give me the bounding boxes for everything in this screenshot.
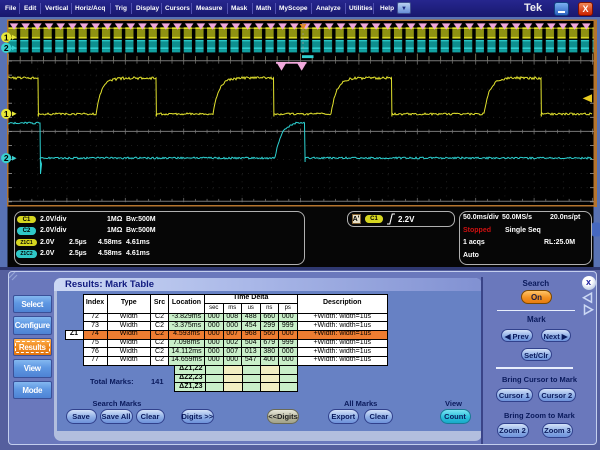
svg-text:1: 1 xyxy=(4,32,9,42)
svg-text:2: 2 xyxy=(4,43,9,53)
svg-text:1: 1 xyxy=(4,109,9,119)
svg-text:2: 2 xyxy=(4,153,9,163)
